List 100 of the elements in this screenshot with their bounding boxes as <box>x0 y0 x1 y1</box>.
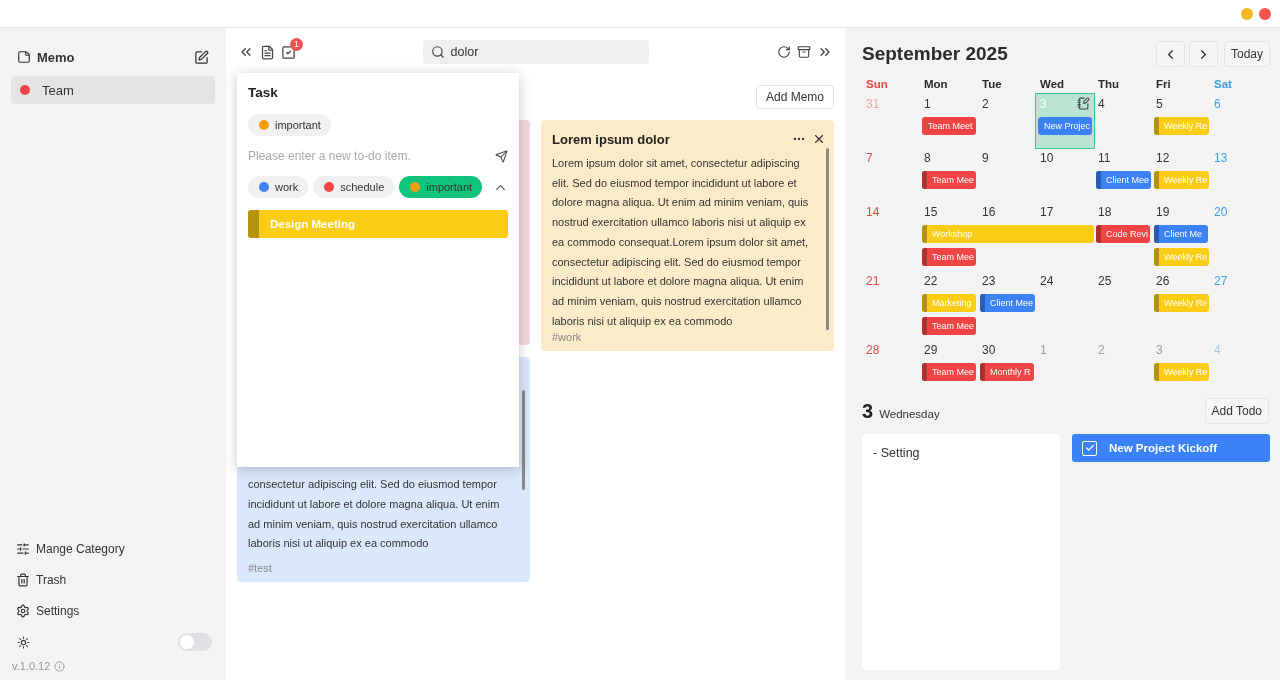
day-number: 23 <box>981 273 996 289</box>
search-field[interactable]: dolor <box>422 40 649 64</box>
calendar-event[interactable]: Code Revi <box>1096 225 1151 243</box>
weekday-label: Sat <box>1213 77 1233 92</box>
day-number: 4 <box>1213 342 1221 358</box>
day-number: 1 <box>1039 342 1047 358</box>
note-icon <box>17 50 31 64</box>
calendar-event[interactable]: Client Me <box>1154 225 1208 243</box>
sidebar-title: Memo <box>37 49 75 65</box>
calendar-event[interactable]: New Projec <box>1038 117 1092 135</box>
add-memo-button[interactable]: Add Memo <box>755 85 834 109</box>
day-number: 29 <box>923 342 938 358</box>
refresh-icon[interactable] <box>777 45 791 59</box>
calendar-event[interactable]: Monthly R <box>980 363 1034 381</box>
trash-icon <box>16 572 30 587</box>
selected-day[interactable]: 3 New Projec <box>1036 94 1094 148</box>
day-number: 28 <box>865 342 880 358</box>
day-number: 16 <box>981 204 996 220</box>
check-icon <box>1084 443 1095 453</box>
sidebar-link[interactable]: Mange Category <box>11 533 215 564</box>
sliders-icon <box>16 541 30 556</box>
document-icon[interactable] <box>260 44 275 60</box>
category-label: Team <box>42 82 74 98</box>
calendar-event[interactable]: Team Mee <box>922 171 977 189</box>
day-number: 20 <box>1213 204 1228 220</box>
scrollbar[interactable] <box>826 148 829 330</box>
task-icon[interactable] <box>281 44 296 60</box>
checkbox[interactable] <box>1082 440 1097 456</box>
category-item[interactable]: Team <box>11 76 215 104</box>
todo-item[interactable]: New Project Kickoff <box>1072 434 1270 462</box>
sidebar-link[interactable]: Trash <box>11 564 215 595</box>
memo-title: Lorem ipsum dolor <box>552 131 670 147</box>
minimize-dot[interactable] <box>1241 7 1253 20</box>
weekday-label: Mon <box>923 77 949 92</box>
memo-text: consectetur adipiscing elit. Sed do eiusmod tempor incididunt ut labore et dolore magna aliqua. Ut enim ad minim veniam, quis nostrud exercitation ullamco laboris nisi ut aliquip ex ea commodo <box>248 477 501 552</box>
search-icon <box>430 45 445 59</box>
month-title: September 2025 <box>862 43 1008 65</box>
calendar-event[interactable]: Team Mee <box>922 317 977 335</box>
close-icon[interactable] <box>812 132 826 146</box>
day-number: 21 <box>865 273 880 289</box>
memo-line: - Setting <box>873 446 920 460</box>
day-number: 12 <box>1155 150 1170 166</box>
calendar-event[interactable]: Team Mee <box>922 363 977 381</box>
memo-tag: #work <box>552 331 816 344</box>
tag-chip[interactable]: important <box>248 114 331 136</box>
version-label: v.1.0.12 <box>12 660 51 672</box>
day-memo[interactable]: - Setting <box>862 434 1060 670</box>
filter-chip[interactable]: important <box>399 176 483 198</box>
selected-date: 3 <box>862 399 874 423</box>
day-number: 24 <box>1039 273 1054 289</box>
archive-icon[interactable] <box>797 45 811 59</box>
settings-icon <box>16 603 30 618</box>
weekday-label: Sun <box>865 77 889 92</box>
day-number: 13 <box>1213 150 1228 166</box>
day-number: 11 <box>1097 150 1111 166</box>
day-number: 31 <box>865 96 880 112</box>
memo-tag: #test <box>248 562 512 574</box>
calendar-event[interactable]: Client Mee <box>980 294 1036 312</box>
day-number: 17 <box>1039 204 1054 220</box>
close-dot[interactable] <box>1259 7 1271 20</box>
weekday-name: Wednesday <box>879 407 940 420</box>
day-number: 25 <box>1097 273 1112 289</box>
day-number: 30 <box>981 342 996 358</box>
note-icon <box>1077 97 1090 110</box>
day-number: 22 <box>923 273 938 289</box>
day-number: 26 <box>1155 273 1170 289</box>
day-number: 5 <box>1155 96 1163 112</box>
day-number: 14 <box>865 204 880 220</box>
day-number: 18 <box>1097 204 1112 220</box>
calendar-event[interactable]: Client Mee <box>1096 171 1152 189</box>
day-number: 3 <box>1155 342 1163 358</box>
theme-toggle[interactable] <box>178 633 212 651</box>
calendar-event[interactable]: Team Meet <box>922 117 976 135</box>
day-number: 10 <box>1039 150 1054 166</box>
add-todo-button[interactable]: Add Todo <box>1204 398 1269 424</box>
sun-icon <box>17 635 30 649</box>
day-number: 3 <box>1039 96 1047 112</box>
filter-chip[interactable]: schedule <box>313 176 395 198</box>
day-number: 2 <box>981 96 989 112</box>
memo-text: Lorem ipsum dolor sit amet, consectetur adipiscing elit. Sed do eiusmod tempor incididunt ut labore et dolore magna aliqua. Ut enim ad minim veniam, quis nostrud exercitation ullamco laboris nisi ut aliquip ex ea commodo consequat.Lorem ipsum dolor sit amet, consectetur adipiscing elit. Sed do eiusmod tempor incididunt ut labore et dolore magna aliqua. Ut enim ad minim veniam, quis nostrud exercitation ullamco laboris nisi ut aliquip ex ea commodo <box>552 156 810 329</box>
day-number: 19 <box>1155 204 1170 220</box>
memo-card[interactable] <box>541 120 834 352</box>
edit-icon[interactable] <box>194 49 209 65</box>
weekday-label: Wed <box>1039 77 1066 92</box>
today-button[interactable]: Today <box>1223 41 1270 67</box>
count-badge: 1 <box>290 37 303 51</box>
popup-title: Task <box>248 85 279 100</box>
day-number: 8 <box>923 150 931 166</box>
sidebar-link[interactable]: Settings <box>11 595 215 626</box>
filter-chip[interactable]: work <box>248 176 309 198</box>
day-number: 9 <box>981 150 989 166</box>
day-number: 27 <box>1213 273 1228 289</box>
day-number: 4 <box>1097 96 1105 112</box>
weekday-label: Thu <box>1097 77 1121 92</box>
scrollbar[interactable] <box>522 390 525 490</box>
day-number: 7 <box>865 150 873 166</box>
calendar-event[interactable]: Team Mee <box>922 248 977 266</box>
day-number: 1 <box>923 96 931 112</box>
send-icon[interactable] <box>495 149 508 163</box>
day-number: 15 <box>923 204 938 220</box>
